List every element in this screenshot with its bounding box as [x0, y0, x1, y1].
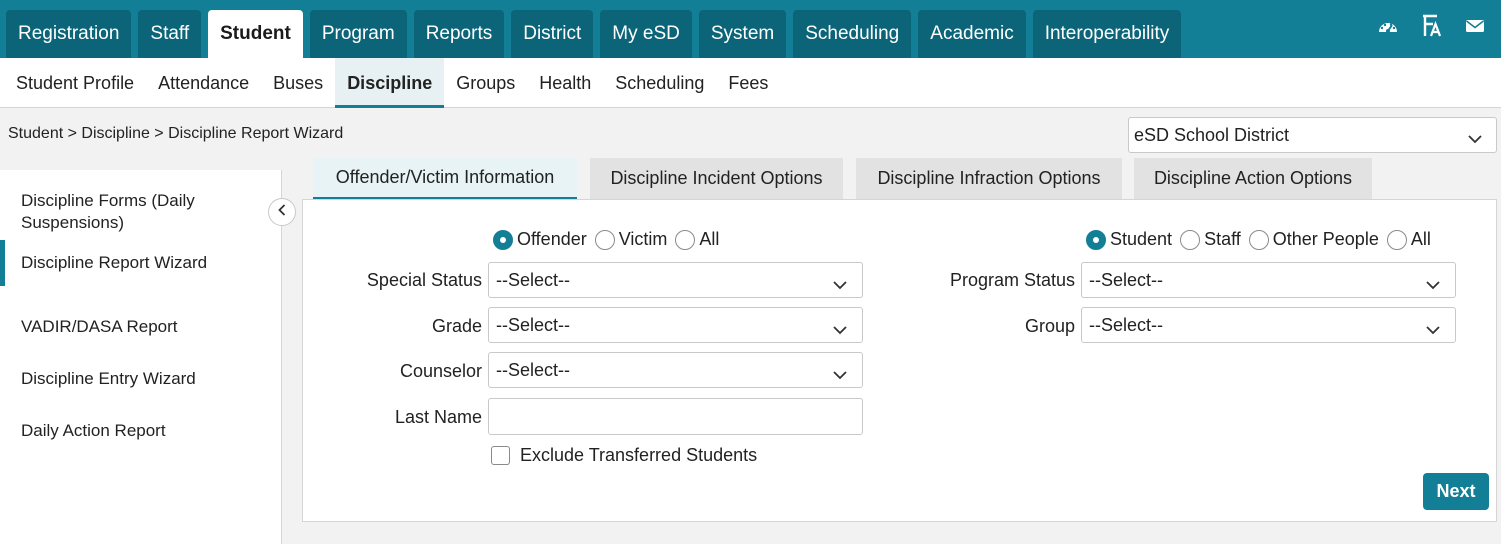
chevron-down-icon — [1426, 319, 1440, 340]
chevron-down-icon — [1426, 274, 1440, 295]
group-value: --Select-- — [1089, 314, 1164, 335]
top-tab-student[interactable]: Student — [208, 10, 303, 58]
top-nav-tabs: Registration Staff Student Program Repor… — [6, 10, 1182, 58]
special-status-select[interactable]: --Select-- — [488, 262, 863, 298]
top-tab-academic[interactable]: Academic — [918, 10, 1026, 58]
sub-nav-attendance[interactable]: Attendance — [146, 58, 261, 108]
grade-label: Grade — [431, 316, 482, 336]
top-tab-program[interactable]: Program — [309, 10, 407, 58]
sidebar-item-vadir-dasa-report[interactable]: VADIR/DASA Report — [0, 316, 281, 338]
radio-staff[interactable]: Staff — [1180, 229, 1241, 250]
radio-role-all[interactable]: All — [675, 229, 719, 250]
sub-nav-fees[interactable]: Fees — [716, 58, 780, 108]
exclude-transferred-checkbox-row[interactable]: Exclude Transferred Students — [491, 445, 757, 466]
radio-staff-circle[interactable] — [1180, 229, 1201, 250]
top-nav-icons — [1377, 14, 1485, 38]
group-label: Group — [1024, 316, 1075, 336]
radio-person-all[interactable]: All — [1386, 229, 1431, 250]
top-tab-staff[interactable]: Staff — [138, 10, 202, 58]
sidebar-item-discipline-report-wizard[interactable]: Discipline Report Wizard — [0, 240, 281, 286]
role-radio-group: Offender Victim All — [493, 229, 727, 250]
radio-staff-label: Staff — [1204, 229, 1241, 249]
mail-icon[interactable] — [1465, 18, 1485, 34]
wizard-tab-action-options[interactable]: Discipline Action Options — [1134, 158, 1372, 199]
radio-student-label: Student — [1110, 229, 1173, 249]
program-status-value: --Select-- — [1089, 269, 1164, 290]
radio-victim-label: Victim — [618, 229, 668, 249]
breadcrumb: Student > Discipline > Discipline Report… — [8, 125, 344, 142]
radio-role-all-label: All — [699, 229, 720, 249]
program-status-label: Program Status — [949, 270, 1075, 290]
top-navigation-bar: Registration Staff Student Program Repor… — [0, 0, 1501, 58]
radio-offender-label: Offender — [517, 229, 587, 249]
sub-nav-groups[interactable]: Groups — [444, 58, 527, 108]
exclude-transferred-label: Exclude Transferred Students — [520, 445, 758, 465]
last-name-input[interactable] — [488, 398, 863, 435]
wizard-tab-infraction-options[interactable]: Discipline Infraction Options — [856, 158, 1122, 199]
font-language-icon[interactable] — [1421, 14, 1443, 38]
sub-nav-health[interactable]: Health — [527, 58, 603, 108]
radio-offender[interactable]: Offender — [493, 229, 587, 250]
top-tab-district[interactable]: District — [511, 10, 594, 58]
person-radio-group: Student Staff Other People All — [1086, 229, 1439, 250]
top-tab-reports[interactable]: Reports — [413, 10, 505, 58]
radio-victim-circle[interactable] — [594, 229, 615, 250]
radio-other-people-label: Other People — [1272, 229, 1379, 249]
counselor-label: Counselor — [399, 361, 482, 381]
radio-victim[interactable]: Victim — [594, 229, 668, 250]
sidebar-collapse-button[interactable] — [268, 198, 296, 226]
sidebar: Discipline Forms (Daily Suspensions) Dis… — [0, 170, 282, 544]
radio-role-all-circle[interactable] — [675, 229, 696, 250]
sub-nav-scheduling[interactable]: Scheduling — [603, 58, 716, 108]
chevron-down-icon — [833, 319, 847, 340]
counselor-value: --Select-- — [496, 359, 571, 380]
top-tab-scheduling[interactable]: Scheduling — [793, 10, 912, 58]
exclude-transferred-checkbox[interactable] — [491, 446, 510, 465]
group-select[interactable]: --Select-- — [1081, 307, 1456, 343]
sub-nav-buses[interactable]: Buses — [261, 58, 335, 108]
last-name-label: Last Name — [394, 407, 482, 427]
special-status-value: --Select-- — [496, 269, 571, 290]
top-tab-system[interactable]: System — [698, 10, 787, 58]
radio-student-circle[interactable] — [1086, 229, 1106, 250]
chevron-down-icon — [833, 364, 847, 385]
chevron-left-icon — [278, 203, 286, 221]
sub-navigation-bar: Student Profile Attendance Buses Discipl… — [0, 58, 1501, 108]
radio-person-all-circle[interactable] — [1386, 229, 1407, 250]
radio-other-people-circle[interactable] — [1248, 229, 1269, 250]
wizard-tab-offender-victim[interactable]: Offender/Victim Information — [313, 158, 577, 199]
chevron-down-icon — [1468, 128, 1482, 149]
wizard-tab-incident-options[interactable]: Discipline Incident Options — [590, 158, 843, 199]
top-tab-my-esd[interactable]: My eSD — [600, 10, 692, 58]
radio-person-all-label: All — [1410, 229, 1431, 249]
counselor-select[interactable]: --Select-- — [488, 352, 863, 388]
sub-nav-items: Student Profile Attendance Buses Discipl… — [0, 58, 1501, 108]
sidebar-item-daily-action-report[interactable]: Daily Action Report — [0, 420, 281, 442]
sub-nav-discipline[interactable]: Discipline — [335, 58, 445, 108]
grade-select[interactable]: --Select-- — [488, 307, 863, 343]
special-status-label: Special Status — [366, 270, 482, 290]
program-status-select[interactable]: --Select-- — [1081, 262, 1456, 298]
district-select[interactable]: eSD School District — [1128, 117, 1497, 153]
chevron-down-icon — [833, 274, 847, 295]
radio-student[interactable]: Student — [1086, 229, 1172, 250]
grade-value: --Select-- — [496, 314, 571, 335]
sidebar-item-discipline-entry-wizard[interactable]: Discipline Entry Wizard — [0, 368, 281, 390]
radio-other-people[interactable]: Other People — [1248, 229, 1379, 250]
top-tab-interoperability[interactable]: Interoperability — [1032, 10, 1182, 58]
sidebar-item-discipline-forms[interactable]: Discipline Forms (Daily Suspensions) — [0, 190, 281, 234]
radio-offender-circle[interactable] — [493, 229, 513, 250]
next-button[interactable]: Next — [1423, 473, 1489, 510]
top-tab-registration[interactable]: Registration — [6, 10, 132, 58]
sub-nav-student-profile[interactable]: Student Profile — [4, 58, 146, 108]
dashboard-icon[interactable] — [1377, 17, 1399, 35]
district-select-value: eSD School District — [1134, 124, 1290, 145]
